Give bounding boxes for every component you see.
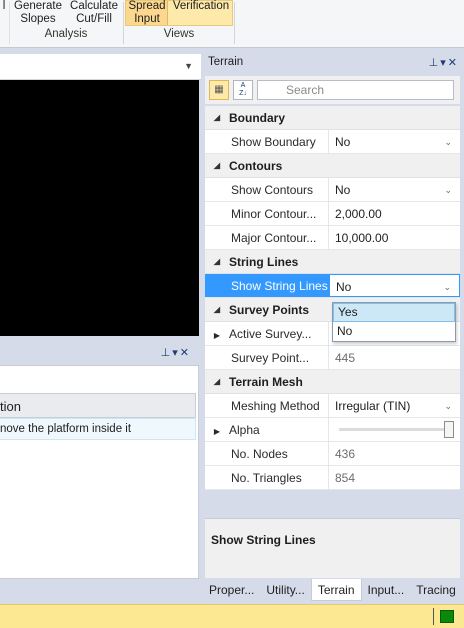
property-name-text: Alpha bbox=[229, 423, 260, 437]
property-name-text: Active Survey... bbox=[229, 327, 312, 341]
terrain-panel-title: Terrain ⊥▾✕ bbox=[203, 54, 462, 72]
property-name: Survey Point... bbox=[205, 346, 329, 369]
3d-viewport[interactable] bbox=[0, 80, 199, 336]
chevron-down-icon[interactable]: ⌄ bbox=[444, 394, 452, 418]
property-meshing-method[interactable]: Meshing Method Irregular (TIN) ⌄ bbox=[205, 394, 460, 418]
lower-panel-header: ⊥▾✕ bbox=[0, 341, 201, 365]
views-group-label: Views bbox=[163, 28, 195, 40]
expand-triangle-icon[interactable]: ▶ bbox=[205, 324, 229, 345]
verification-button[interactable]: Verification bbox=[170, 0, 232, 13]
collapse-triangle-icon[interactable]: ◢ bbox=[205, 113, 229, 122]
property-name: Show Boundary bbox=[205, 130, 329, 153]
column-header-description[interactable]: tion bbox=[0, 393, 196, 418]
value-text: No bbox=[336, 280, 352, 294]
collapse-triangle-icon[interactable]: ◢ bbox=[205, 161, 229, 170]
ribbon: l Generate Slopes Calculate Cut/Fill Spr… bbox=[0, 0, 464, 48]
category-label: Boundary bbox=[229, 110, 286, 125]
property-no-triangles[interactable]: No. Triangles 854 bbox=[205, 466, 460, 490]
property-value: 445 bbox=[335, 351, 356, 365]
property-value[interactable]: Irregular (TIN) ⌄ bbox=[329, 394, 460, 417]
ribbon-separator bbox=[234, 2, 235, 44]
tab-input[interactable]: Input... bbox=[362, 579, 411, 601]
categorized-view-icon[interactable]: ▦ bbox=[209, 80, 229, 100]
category-terrain-mesh[interactable]: ◢ Terrain Mesh bbox=[205, 370, 460, 394]
ribbon-separator bbox=[123, 2, 124, 44]
tab-terrain[interactable]: Terrain bbox=[310, 579, 362, 601]
chevron-down-icon[interactable]: ▼ bbox=[184, 61, 193, 71]
property-name: Minor Contour... bbox=[205, 202, 329, 225]
property-name: Show String Lines bbox=[205, 274, 329, 297]
status-indicator-icon bbox=[440, 610, 454, 623]
value-text: No bbox=[335, 135, 351, 149]
category-contours[interactable]: ◢ Contours bbox=[205, 154, 460, 178]
property-show-boundary[interactable]: Show Boundary No ⌄ bbox=[205, 130, 460, 154]
pin-menu-close-icons[interactable]: ⊥▾✕ bbox=[161, 346, 191, 359]
alpha-slider[interactable] bbox=[329, 418, 460, 441]
dropdown-option-yes[interactable]: Yes bbox=[333, 303, 455, 322]
property-value: 854 bbox=[335, 471, 356, 485]
property-value: 436 bbox=[335, 447, 356, 461]
property-grid: ◢ Boundary Show Boundary No ⌄ ◢ Contours Sh… bbox=[205, 106, 460, 490]
property-value[interactable]: 2,000.00 bbox=[329, 202, 460, 225]
property-name: No. Triangles bbox=[205, 466, 329, 489]
collapse-triangle-icon[interactable]: ◢ bbox=[205, 257, 229, 266]
property-show-contours[interactable]: Show Contours No ⌄ bbox=[205, 178, 460, 202]
slider-track[interactable] bbox=[339, 421, 454, 438]
collapse-triangle-icon[interactable]: ◢ bbox=[205, 377, 229, 386]
property-description: Show String Lines bbox=[205, 518, 460, 578]
category-label: Terrain Mesh bbox=[229, 374, 303, 389]
property-name: ▶ Alpha bbox=[205, 418, 329, 441]
tab-properties[interactable]: Proper... bbox=[203, 579, 260, 601]
table-row[interactable]: nove the platform inside it bbox=[0, 418, 196, 440]
pin-menu-close-icons[interactable]: ⊥▾✕ bbox=[429, 56, 459, 69]
calculate-cutfill-button[interactable]: Calculate Cut/Fill bbox=[66, 0, 122, 26]
tab-utility[interactable]: Utility... bbox=[260, 579, 310, 601]
property-no-nodes[interactable]: No. Nodes 436 bbox=[205, 442, 460, 466]
expand-triangle-icon[interactable]: ▶ bbox=[205, 420, 229, 441]
dock-tabs: Proper... Utility... Terrain Input... Tr… bbox=[203, 579, 464, 603]
value-text: No bbox=[335, 183, 351, 197]
property-value[interactable]: 10,000.00 bbox=[329, 226, 460, 249]
category-label: String Lines bbox=[229, 254, 299, 269]
property-name: Major Contour... bbox=[205, 226, 329, 249]
property-name: ▶ Active Survey... bbox=[205, 322, 329, 345]
category-label: Contours bbox=[229, 158, 283, 173]
category-boundary[interactable]: ◢ Boundary bbox=[205, 106, 460, 130]
slider-thumb[interactable] bbox=[444, 421, 454, 438]
chevron-down-icon[interactable]: ⌄ bbox=[444, 178, 452, 202]
chevron-down-icon[interactable]: ⌄ bbox=[443, 275, 451, 299]
property-toolbar: ▦ A Z↓ Search bbox=[205, 76, 460, 104]
alphabetical-sort-icon[interactable]: A Z↓ bbox=[233, 80, 253, 100]
collapse-triangle-icon[interactable]: ◢ bbox=[205, 305, 229, 314]
property-name: Show Contours bbox=[205, 178, 329, 201]
search-input[interactable]: Search bbox=[257, 80, 454, 100]
analysis-group-label: Analysis bbox=[44, 28, 88, 40]
category-string-lines[interactable]: ◢ String Lines bbox=[205, 250, 460, 274]
property-major-contour[interactable]: Major Contour... 10,000.00 bbox=[205, 226, 460, 250]
value-text: Irregular (TIN) bbox=[335, 399, 411, 413]
property-show-string-lines[interactable]: Show String Lines No ⌄ bbox=[205, 274, 460, 298]
panel-title-text: Terrain bbox=[208, 56, 244, 68]
status-bar bbox=[0, 604, 464, 628]
property-alpha[interactable]: ▶ Alpha bbox=[205, 418, 460, 442]
string-lines-dropdown-list[interactable]: Yes No bbox=[332, 302, 456, 342]
status-separator bbox=[433, 608, 434, 625]
property-value[interactable]: No ⌄ bbox=[329, 274, 460, 297]
property-value[interactable]: No ⌄ bbox=[329, 178, 460, 201]
property-value[interactable]: No ⌄ bbox=[329, 130, 460, 153]
property-minor-contour[interactable]: Minor Contour... 2,000.00 bbox=[205, 202, 460, 226]
description-title: Show String Lines bbox=[211, 533, 316, 547]
lower-panel: tion nove the platform inside it bbox=[0, 365, 199, 579]
dropdown-option-no[interactable]: No bbox=[333, 322, 455, 341]
property-name: No. Nodes bbox=[205, 442, 329, 465]
property-survey-point[interactable]: Survey Point... 445 bbox=[205, 346, 460, 370]
document-header: ▼ bbox=[0, 54, 201, 80]
chevron-down-icon[interactable]: ⌄ bbox=[444, 130, 452, 154]
partial-button[interactable]: l bbox=[0, 0, 8, 13]
property-name: Meshing Method bbox=[205, 394, 329, 417]
category-label: Survey Points bbox=[229, 302, 310, 317]
tab-tracing[interactable]: Tracing bbox=[410, 579, 462, 601]
spread-input-button[interactable]: Spread Input bbox=[126, 0, 168, 26]
generate-slopes-button[interactable]: Generate Slopes bbox=[10, 0, 66, 26]
